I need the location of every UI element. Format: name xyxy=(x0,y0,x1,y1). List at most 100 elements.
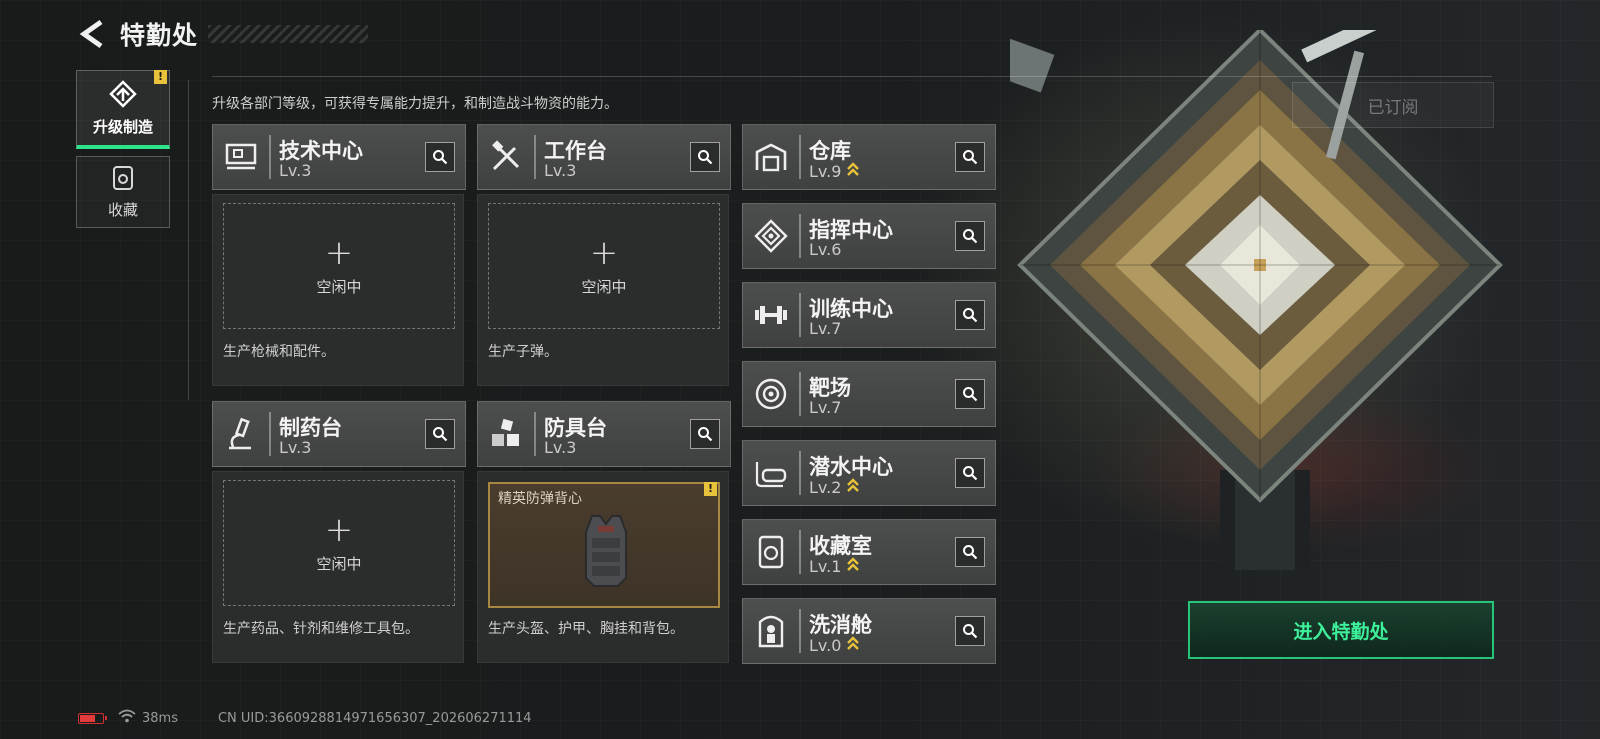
facility-level: Lv.6 xyxy=(809,240,842,259)
page-title: 特勤处 xyxy=(120,21,199,50)
sidebar-tab-upgrade-craft[interactable]: 升级制造 ! xyxy=(76,70,170,149)
card-separator xyxy=(799,293,801,337)
production-slot[interactable]: + 空闲中 xyxy=(488,203,720,329)
upgrade-available-icon xyxy=(846,635,860,655)
slot-status: 空闲中 xyxy=(316,277,362,296)
warehouse-icon xyxy=(753,138,789,176)
card-separator xyxy=(799,451,801,495)
search-icon[interactable] xyxy=(955,379,985,409)
upgrade-craft-icon xyxy=(108,79,138,112)
slot-status: 空闲中 xyxy=(316,554,362,573)
facility-card-shooting-range[interactable]: 靶场 Lv.7 xyxy=(742,361,996,427)
title-decoration xyxy=(208,25,369,43)
monitor-icon xyxy=(223,138,259,176)
production-description: 生产枪械和配件。 xyxy=(223,344,335,360)
divider xyxy=(212,76,1492,77)
search-icon[interactable] xyxy=(955,142,985,172)
production-slot[interactable]: + 空闲中 xyxy=(223,480,455,606)
search-icon[interactable] xyxy=(955,221,985,251)
command-icon xyxy=(753,217,789,255)
search-icon[interactable] xyxy=(425,142,455,172)
facility-card-warehouse[interactable]: 仓库 Lv.9 xyxy=(742,124,996,190)
card-separator xyxy=(534,412,536,456)
search-icon[interactable] xyxy=(690,142,720,172)
sidebar-tab-label: 升级制造 xyxy=(92,117,153,136)
section-description: 升级各部门等级，可获得专属能力提升，和制造战斗物资的能力。 xyxy=(212,96,618,112)
card-separator xyxy=(799,609,801,653)
ping-text: 38ms xyxy=(142,710,178,726)
enter-button-label: 进入特勤处 xyxy=(1293,620,1389,643)
body-armor-vest-image xyxy=(585,515,627,587)
add-icon: + xyxy=(589,232,619,273)
facility-card-diving-center[interactable]: 潜水中心 Lv.2 xyxy=(742,440,996,506)
subscribed-label: 已订阅 xyxy=(1367,97,1419,118)
search-icon[interactable] xyxy=(690,419,720,449)
upgrade-available-icon xyxy=(846,477,860,497)
card-separator xyxy=(799,214,801,258)
alert-badge: ! xyxy=(704,482,717,496)
facility-level: Lv.2 xyxy=(809,477,860,497)
search-icon[interactable] xyxy=(425,419,455,449)
sidebar-tab-collection[interactable]: 收藏 xyxy=(76,156,170,228)
facility-level: Lv.3 xyxy=(279,161,312,180)
card-separator xyxy=(534,135,536,179)
facility-card-armor-bench[interactable]: 防具台 Lv.3 xyxy=(477,401,731,467)
decon-pod-icon xyxy=(753,612,789,650)
production-description: 生产药品、针剂和维修工具包。 xyxy=(223,621,419,637)
tools-icon xyxy=(488,138,524,176)
facility-level: Lv.3 xyxy=(279,438,312,457)
facility-card-decon-pod[interactable]: 洗消舱 Lv.0 xyxy=(742,598,996,664)
facility-level: Lv.7 xyxy=(809,319,842,338)
upgrade-available-icon xyxy=(846,556,860,576)
production-panel-workbench: + 空闲中 生产子弹。 xyxy=(477,194,729,386)
armor-blocks-icon xyxy=(488,415,524,453)
facility-card-command-center[interactable]: 指挥中心 Lv.6 xyxy=(742,203,996,269)
facility-level: Lv.3 xyxy=(544,161,577,180)
card-separator xyxy=(799,135,801,179)
production-slot[interactable]: + 空闲中 xyxy=(223,203,455,329)
status-bar: 38ms CN UID:3660928814971656307_20260627… xyxy=(78,708,532,728)
dumbbell-icon xyxy=(753,296,789,334)
production-panel-armor-bench: 精英防弹背心 ! 生产头盔、护甲、胸挂和背包。 xyxy=(477,471,729,663)
uid-text: CN UID:3660928814971656307_202606271114 xyxy=(217,710,532,726)
header: 特勤处 xyxy=(78,16,369,52)
facility-card-collection-room[interactable]: 收藏室 Lv.1 xyxy=(742,519,996,585)
facility-level: Lv.7 xyxy=(809,398,842,417)
search-icon[interactable] xyxy=(955,458,985,488)
production-panel-tech-center: + 空闲中 生产枪械和配件。 xyxy=(212,194,464,386)
facility-card-pharmacy[interactable]: 制药台 Lv.3 xyxy=(212,401,466,467)
microscope-icon xyxy=(223,415,259,453)
facility-card-workbench[interactable]: 工作台 Lv.3 xyxy=(477,124,731,190)
enter-special-ops-button[interactable]: 进入特勤处 xyxy=(1188,601,1494,659)
production-item-slot[interactable]: 精英防弹背心 ! xyxy=(488,482,720,608)
alert-badge: ! xyxy=(154,70,167,84)
collection-icon xyxy=(753,533,789,571)
add-icon: + xyxy=(324,232,354,273)
back-arrow-icon[interactable] xyxy=(78,18,106,50)
diving-mask-icon xyxy=(753,454,789,492)
card-separator xyxy=(799,372,801,416)
sidebar-tab-label: 收藏 xyxy=(107,200,138,219)
search-icon[interactable] xyxy=(955,537,985,567)
collection-icon xyxy=(111,165,135,195)
facility-level: Lv.1 xyxy=(809,556,860,576)
target-icon xyxy=(753,375,789,413)
production-description: 生产子弹。 xyxy=(488,344,558,360)
production-description: 生产头盔、护甲、胸挂和背包。 xyxy=(488,621,684,637)
facility-level: Lv.3 xyxy=(544,438,577,457)
production-panel-pharmacy: + 空闲中 生产药品、针剂和维修工具包。 xyxy=(212,471,464,663)
facility-level: Lv.9 xyxy=(809,161,860,181)
divider xyxy=(188,80,189,400)
subscribed-button[interactable]: 已订阅 xyxy=(1292,82,1494,128)
facility-card-tech-center[interactable]: 技术中心 Lv.3 xyxy=(212,124,466,190)
facility-level: Lv.0 xyxy=(809,635,860,655)
card-separator xyxy=(799,530,801,574)
battery-icon xyxy=(78,712,107,724)
search-icon[interactable] xyxy=(955,300,985,330)
card-separator xyxy=(269,412,271,456)
card-separator xyxy=(269,135,271,179)
facility-card-training-center[interactable]: 训练中心 Lv.7 xyxy=(742,282,996,348)
search-icon[interactable] xyxy=(955,616,985,646)
wifi-icon xyxy=(118,709,136,727)
item-name: 精英防弹背心 xyxy=(498,491,582,507)
